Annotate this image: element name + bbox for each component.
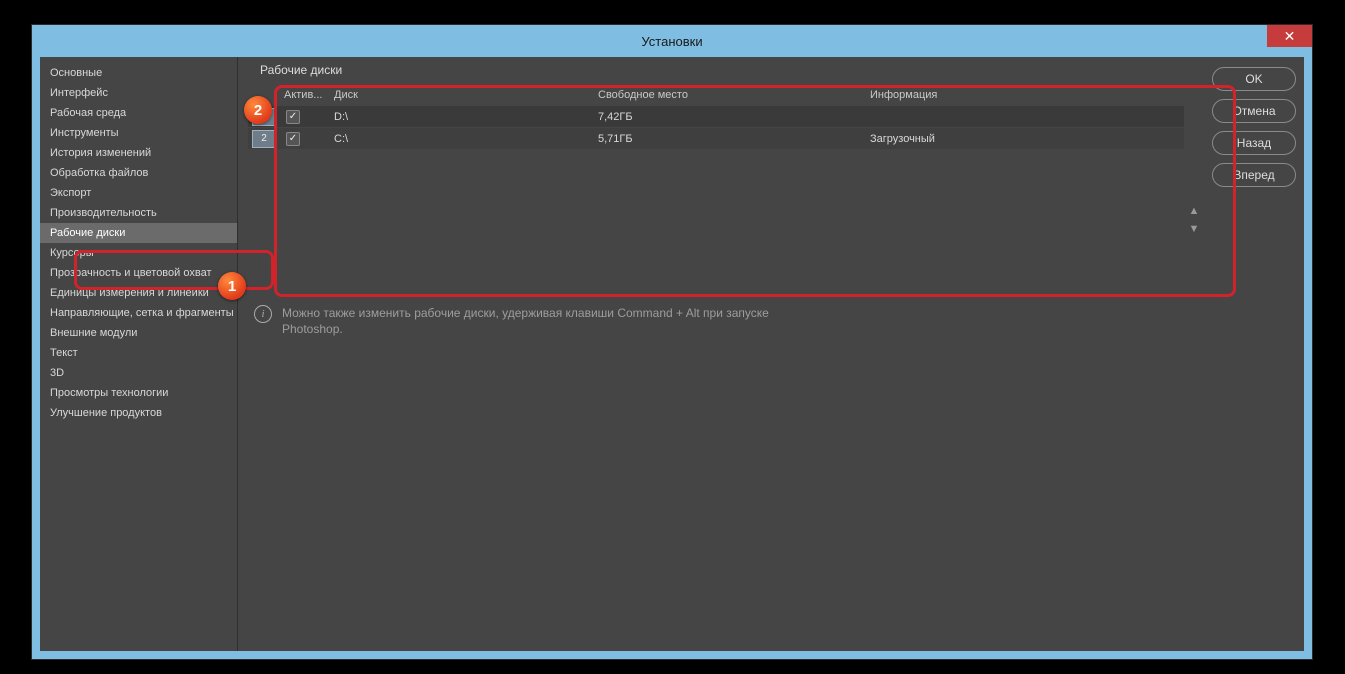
main-panel: Рабочие диски Актив... Диск Свободное ме… — [238, 57, 1212, 651]
sidebar-item-plugins[interactable]: Внешние модули — [40, 323, 237, 343]
col-disk: Диск — [330, 89, 594, 101]
preferences-window: Установки ✕ Основные Интерфейс Рабочая с… — [31, 24, 1313, 660]
sidebar-item-product-improvement[interactable]: Улучшение продуктов — [40, 403, 237, 423]
sidebar-item-transparency[interactable]: Прозрачность и цветовой охват — [40, 263, 237, 283]
checkbox-active[interactable] — [286, 110, 300, 124]
cancel-button[interactable]: Отмена — [1212, 99, 1296, 123]
scratch-disks-table: Актив... Диск Свободное место Информация… — [248, 85, 1184, 235]
move-up-button[interactable]: ▲ — [1189, 205, 1200, 217]
col-active: Актив... — [280, 89, 330, 101]
sidebar-item-guides[interactable]: Направляющие, сетка и фрагменты — [40, 303, 237, 323]
panel-title: Рабочие диски — [248, 63, 1204, 77]
sidebar: Основные Интерфейс Рабочая среда Инструм… — [40, 57, 238, 651]
sidebar-item-scratch-disks[interactable]: Рабочие диски — [40, 223, 237, 243]
dialog-buttons: OK Отмена Назад Вперед — [1212, 57, 1304, 651]
sidebar-item-cursors[interactable]: Курсоры — [40, 243, 237, 263]
cell-free: 7,42ГБ — [594, 111, 866, 123]
sidebar-item-tech-previews[interactable]: Просмотры технологии — [40, 383, 237, 403]
info-icon: i — [254, 305, 272, 323]
checkbox-active[interactable] — [286, 132, 300, 146]
sidebar-item-export[interactable]: Экспорт — [40, 183, 237, 203]
hint-row: i Можно также изменить рабочие диски, уд… — [248, 305, 1204, 337]
col-info: Информация — [866, 89, 1184, 101]
sidebar-item-history[interactable]: История изменений — [40, 143, 237, 163]
table-row[interactable]: 2 C:\ 5,71ГБ Загрузочный — [248, 127, 1184, 149]
sidebar-item-type[interactable]: Текст — [40, 343, 237, 363]
sidebar-item-tools[interactable]: Инструменты — [40, 123, 237, 143]
col-free: Свободное место — [594, 89, 866, 101]
sidebar-item-interface[interactable]: Интерфейс — [40, 83, 237, 103]
reorder-arrows: ▲ ▼ — [1184, 85, 1204, 235]
sidebar-item-performance[interactable]: Производительность — [40, 203, 237, 223]
row-number: 1 — [252, 108, 276, 126]
sidebar-item-workspace[interactable]: Рабочая среда — [40, 103, 237, 123]
cell-info: Загрузочный — [866, 133, 1184, 145]
cell-disk: C:\ — [330, 133, 594, 145]
forward-button[interactable]: Вперед — [1212, 163, 1296, 187]
content-area: Основные Интерфейс Рабочая среда Инструм… — [40, 57, 1304, 651]
hint-text: Можно также изменить рабочие диски, удер… — [282, 305, 802, 337]
sidebar-item-3d[interactable]: 3D — [40, 363, 237, 383]
cell-disk: D:\ — [330, 111, 594, 123]
close-button[interactable]: ✕ — [1267, 25, 1312, 47]
sidebar-item-units[interactable]: Единицы измерения и линейки — [40, 283, 237, 303]
window-title: Установки — [641, 34, 702, 49]
titlebar: Установки ✕ — [32, 25, 1312, 57]
row-number: 2 — [252, 130, 276, 148]
sidebar-item-general[interactable]: Основные — [40, 63, 237, 83]
table-header: Актив... Диск Свободное место Информация — [248, 85, 1184, 105]
close-icon: ✕ — [1284, 28, 1296, 45]
back-button[interactable]: Назад — [1212, 131, 1296, 155]
ok-button[interactable]: OK — [1212, 67, 1296, 91]
sidebar-item-filehandling[interactable]: Обработка файлов — [40, 163, 237, 183]
move-down-button[interactable]: ▼ — [1189, 223, 1200, 235]
table-row[interactable]: 1 D:\ 7,42ГБ — [248, 105, 1184, 127]
cell-free: 5,71ГБ — [594, 133, 866, 145]
